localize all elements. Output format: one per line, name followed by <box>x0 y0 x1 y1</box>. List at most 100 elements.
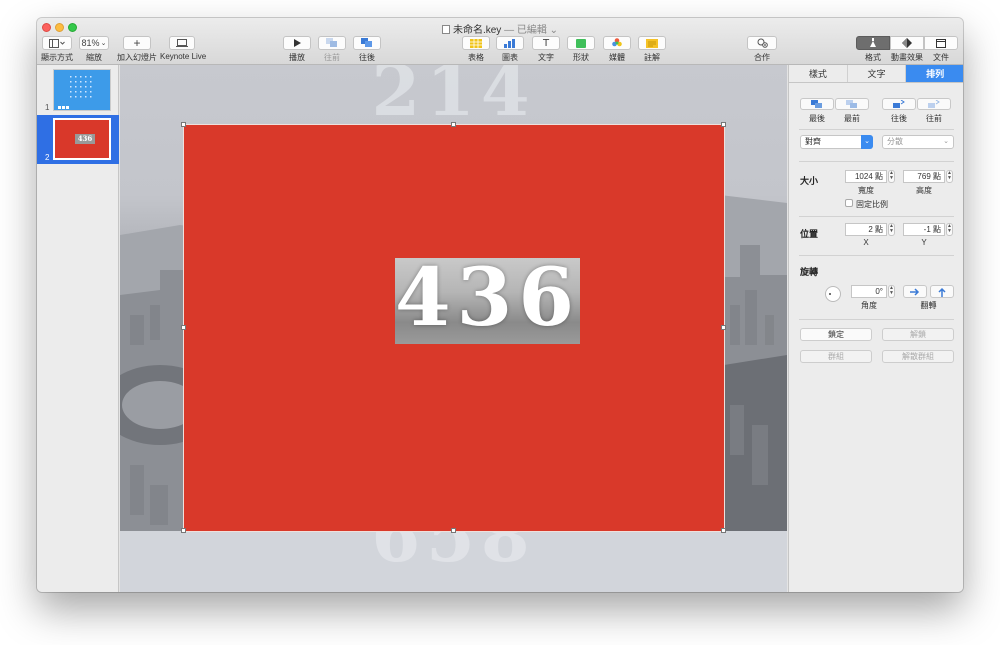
angle-label: 角度 <box>861 301 877 310</box>
backward-button[interactable]: 往前 <box>317 36 347 63</box>
bring-to-front-button[interactable] <box>835 98 869 110</box>
constrain-proportions-checkbox[interactable] <box>845 199 853 207</box>
text-label: 文字 <box>538 53 554 62</box>
y-label: Y <box>921 238 927 247</box>
keynote-live-label: Keynote Live <box>160 52 207 61</box>
flip-horizontal-button[interactable] <box>903 285 927 298</box>
add-slide-label: 加入幻燈片 <box>117 53 157 62</box>
animate-icon <box>890 36 924 50</box>
position-section-label: 位置 <box>800 229 819 239</box>
number-image-box[interactable]: 436 <box>395 258 580 344</box>
resize-handle-bottom-right[interactable] <box>721 528 726 533</box>
view-button[interactable]: 顯示方式 <box>41 36 73 63</box>
resize-handle-bottom-left[interactable] <box>181 528 186 533</box>
lock-button[interactable]: 鎖定 <box>800 328 872 341</box>
shape-button[interactable]: 形狀 <box>566 36 596 63</box>
y-stepper[interactable]: ▲ ▼ <box>946 223 953 236</box>
shape-icon <box>567 36 595 50</box>
height-label: 高度 <box>916 186 932 195</box>
width-field[interactable]: 1024 點 <box>845 170 887 183</box>
comment-label: 註解 <box>644 53 660 62</box>
backward-label: 往前 <box>324 53 340 62</box>
selected-red-rectangle[interactable]: 436 <box>183 124 725 532</box>
unlock-button[interactable]: 解鎖 <box>882 328 954 341</box>
resize-handle-top-left[interactable] <box>181 122 186 127</box>
bring-forward-icon <box>353 36 381 50</box>
tab-arrange[interactable]: 排列 <box>906 65 963 82</box>
slide-thumbnail-1[interactable] <box>53 69 111 111</box>
resize-handle-bottom[interactable] <box>451 528 456 533</box>
rotation-dial[interactable] <box>825 286 841 302</box>
send-backward-icon <box>893 99 905 108</box>
document-button[interactable]: 文件 <box>924 36 958 63</box>
slide-canvas[interactable]: 214 658 436 <box>120 65 787 592</box>
constrain-proportions-label: 固定比例 <box>856 200 888 209</box>
send-backward-button[interactable] <box>882 98 916 110</box>
text-button[interactable]: T 文字 <box>531 36 561 63</box>
zoom-button[interactable]: 81% ⌄ 縮放 <box>78 36 110 63</box>
dial-indicator-icon <box>829 293 831 295</box>
table-button[interactable]: 表格 <box>461 36 491 63</box>
y-position-field[interactable]: -1 點 <box>903 223 945 236</box>
slide-number: 1 <box>45 103 50 112</box>
slide-row-2-selected[interactable]: 2 436 <box>37 115 119 164</box>
slide-1-preview-graphic <box>58 76 92 109</box>
bring-forward-icon <box>928 99 940 108</box>
slide-thumbnail-2[interactable]: 436 <box>53 118 111 160</box>
resize-handle-left[interactable] <box>181 325 186 330</box>
height-field[interactable]: 769 點 <box>903 170 945 183</box>
angle-stepper[interactable]: ▲ ▼ <box>888 285 895 298</box>
format-label: 格式 <box>865 53 881 62</box>
tab-style[interactable]: 樣式 <box>789 65 848 82</box>
forward-button[interactable]: 往後 <box>352 36 382 63</box>
format-button[interactable]: 格式 <box>856 36 890 63</box>
comment-button[interactable]: 註解 <box>637 36 667 63</box>
view-label: 顯示方式 <box>41 53 73 62</box>
distribute-value: 分散 <box>887 137 903 146</box>
chevron-down-icon: ⌄ <box>100 40 107 47</box>
angle-field[interactable]: 0° <box>851 285 887 298</box>
media-button[interactable]: 媒體 <box>602 36 632 63</box>
add-slide-button[interactable]: + 加入幻燈片 <box>117 36 157 63</box>
collaborate-button[interactable]: 合作 <box>746 36 778 63</box>
chart-button[interactable]: 圖表 <box>495 36 525 63</box>
play-button[interactable]: 播放 <box>282 36 312 63</box>
shape-label: 形狀 <box>573 53 589 62</box>
divider <box>799 216 954 217</box>
arrow-up-icon <box>938 287 946 297</box>
resize-handle-top-right[interactable] <box>721 122 726 127</box>
keynote-live-button[interactable]: Keynote Live <box>160 36 207 61</box>
media-label: 媒體 <box>609 53 625 62</box>
chevron-down-icon: ⌄ <box>861 135 873 149</box>
bring-to-front-icon <box>846 99 857 108</box>
tab-text[interactable]: 文字 <box>848 65 907 82</box>
toolbar: 未命名.key — 已編輯 ⌄ 顯示方式 81% ⌄ 縮放 + 加入幻燈片 Key… <box>37 18 963 65</box>
send-backward-icon <box>318 36 346 50</box>
document-label: 文件 <box>933 53 949 62</box>
bring-forward-button[interactable] <box>917 98 951 110</box>
animate-label: 動畫效果 <box>891 53 923 62</box>
plus-icon: + <box>123 36 151 50</box>
flip-vertical-button[interactable] <box>930 285 954 298</box>
title-chevron-icon: ⌄ <box>549 25 559 36</box>
x-stepper[interactable]: ▲ ▼ <box>888 223 895 236</box>
animate-button[interactable]: 動畫效果 <box>890 36 924 63</box>
chart-label: 圖表 <box>502 53 518 62</box>
slide-2-mini-number: 436 <box>75 134 95 144</box>
height-stepper[interactable]: ▲ ▼ <box>946 170 953 183</box>
distribute-dropdown[interactable]: 分散 ⌄ <box>882 135 954 149</box>
x-position-field[interactable]: 2 點 <box>845 223 887 236</box>
send-to-back-button[interactable] <box>800 98 834 110</box>
rotate-section-label: 旋轉 <box>800 267 819 277</box>
ungroup-button[interactable]: 解散群組 <box>882 350 954 363</box>
collaborate-label: 合作 <box>754 53 770 62</box>
chevron-down-icon: ⌄ <box>943 138 949 145</box>
resize-handle-right[interactable] <box>721 325 726 330</box>
bring-to-front-label: 最前 <box>844 114 860 123</box>
align-dropdown[interactable]: 對齊 ⌄ <box>800 135 873 149</box>
group-button[interactable]: 群組 <box>800 350 872 363</box>
keynote-live-icon <box>169 36 195 50</box>
document-icon <box>441 25 450 34</box>
resize-handle-top[interactable] <box>451 122 456 127</box>
width-stepper[interactable]: ▲ ▼ <box>888 170 895 183</box>
